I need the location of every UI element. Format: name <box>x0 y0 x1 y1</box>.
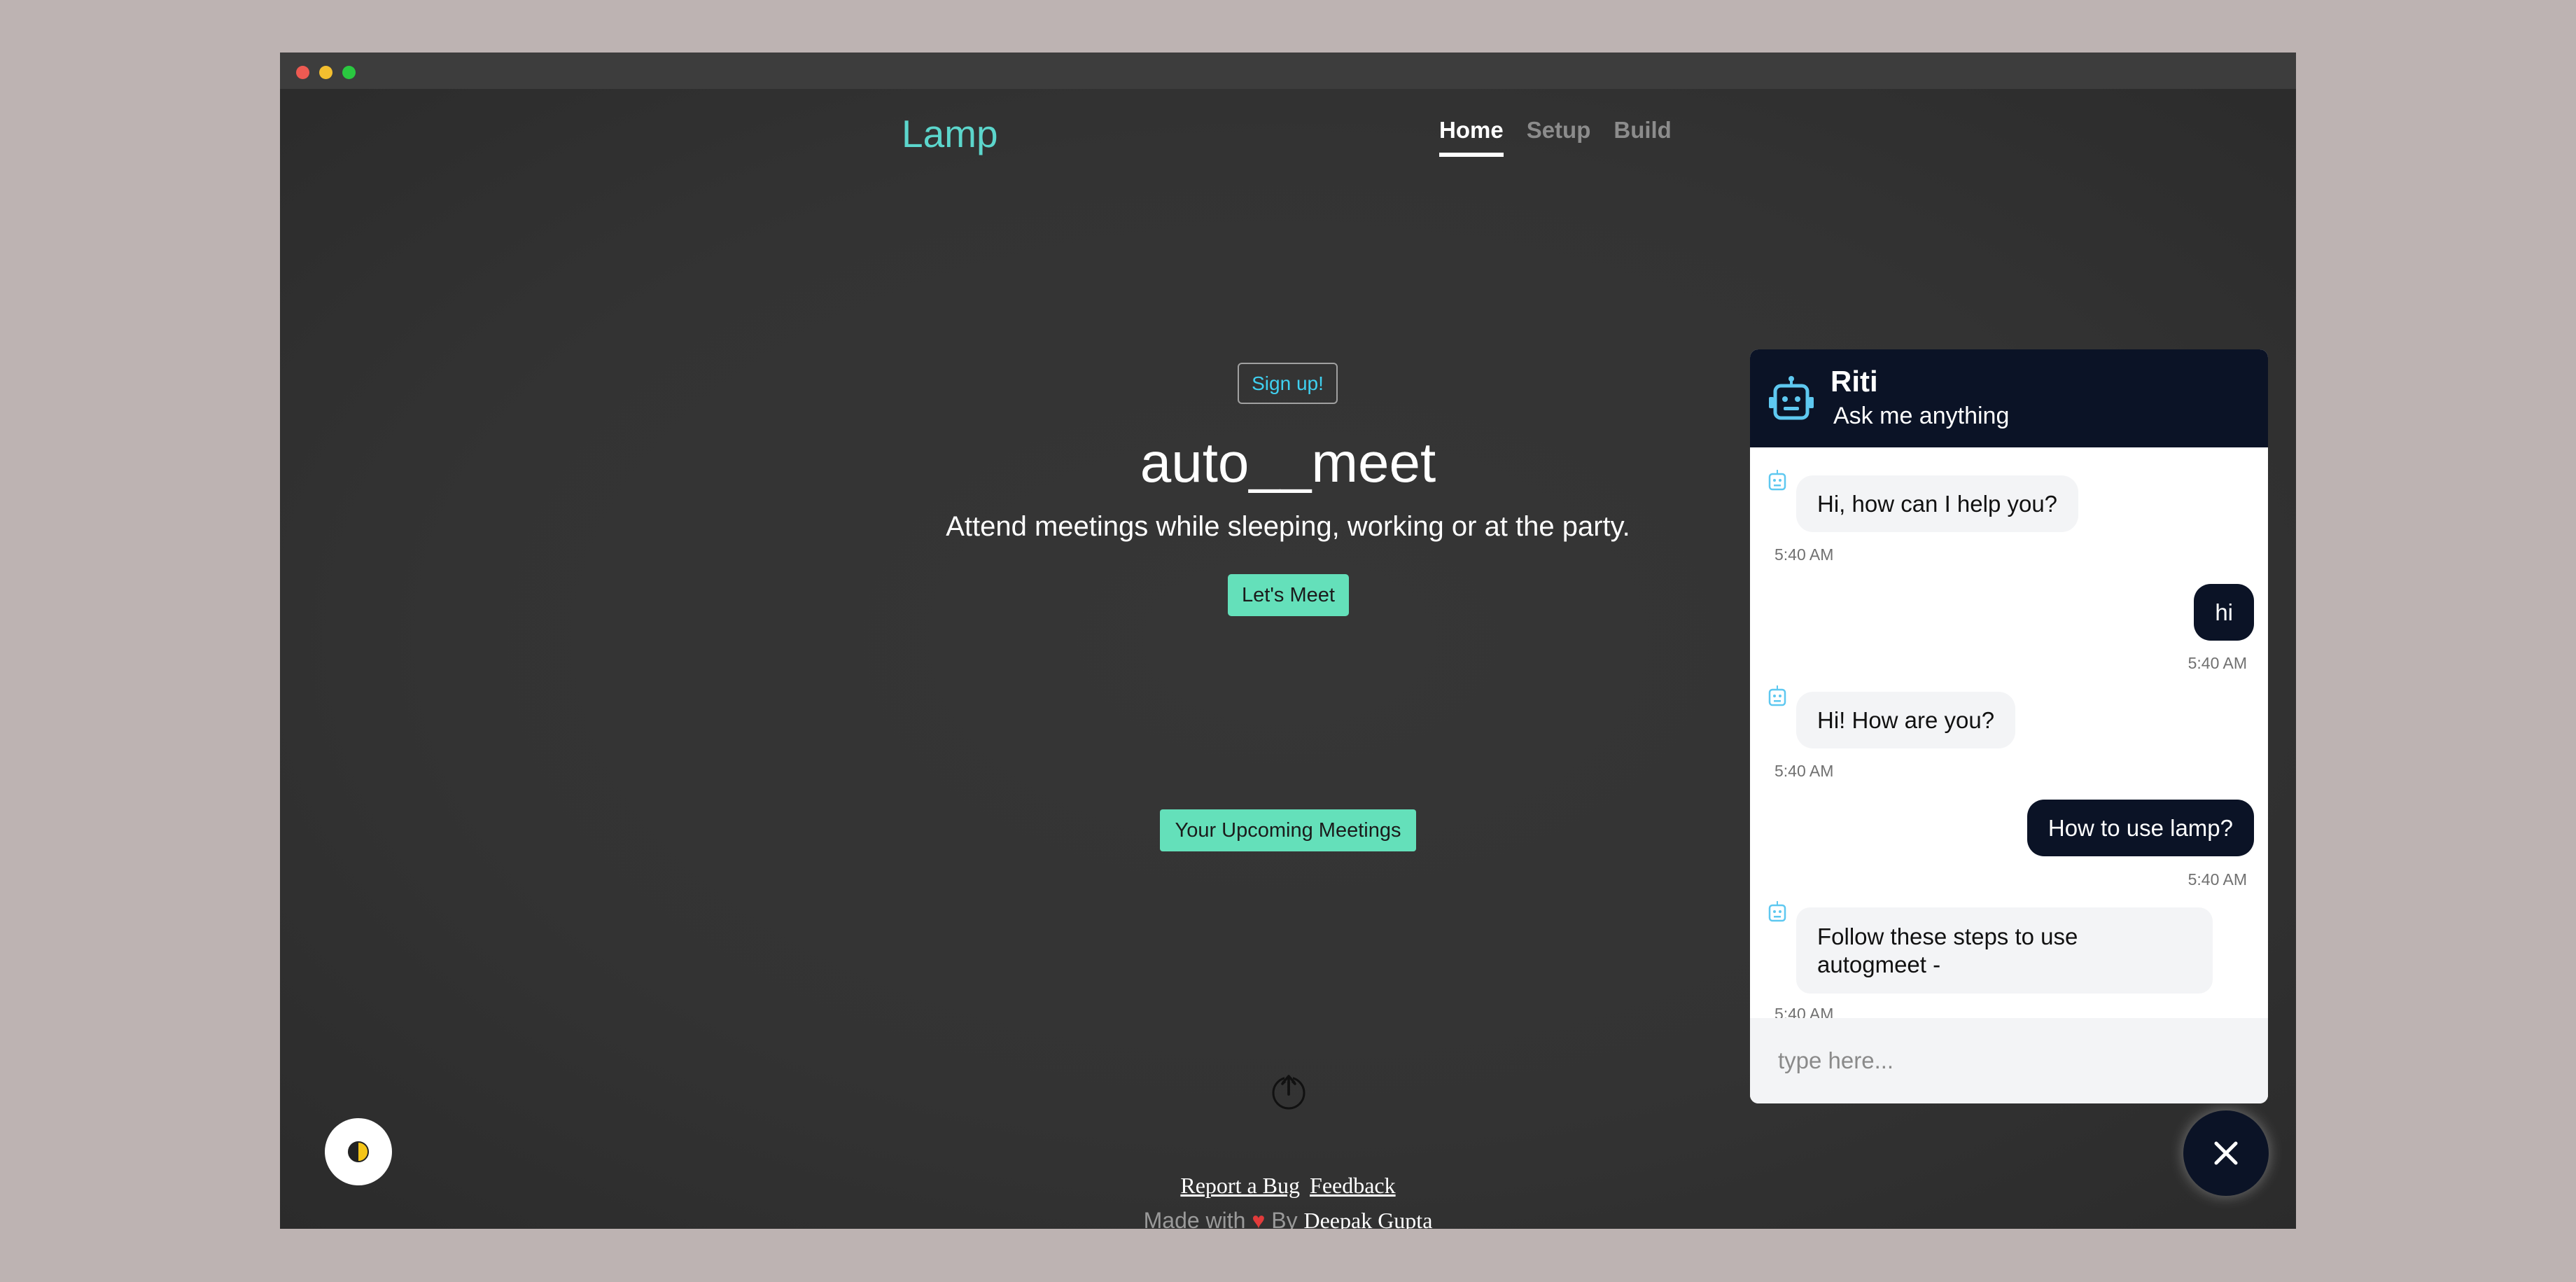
message-time: 5:40 AM <box>1774 1005 1834 1018</box>
close-window-button[interactable] <box>296 66 309 79</box>
close-chat-button[interactable] <box>2183 1110 2269 1196</box>
robot-icon <box>1768 470 1786 491</box>
minimize-window-button[interactable] <box>319 66 332 79</box>
feedback-link[interactable]: Feedback <box>1310 1173 1396 1198</box>
robot-icon <box>1768 901 1786 922</box>
footer-credit: Made with ♥ By Deepak Gupta <box>280 1208 2296 1229</box>
upload-icon[interactable] <box>1270 1073 1307 1110</box>
by-text: By <box>1271 1208 1298 1229</box>
upcoming-meetings-button[interactable]: Your Upcoming Meetings <box>1160 809 1416 851</box>
bot-tagline: Ask me anything <box>1833 403 2010 429</box>
chat-widget: Riti Ask me anything Hi, how can I help … <box>1750 349 2268 1103</box>
nav-build[interactable]: Build <box>1614 117 1671 157</box>
maximize-window-button[interactable] <box>342 66 356 79</box>
close-icon <box>2214 1141 2238 1165</box>
nav-setup[interactable]: Setup <box>1527 117 1591 157</box>
report-bug-link[interactable]: Report a Bug <box>1180 1173 1300 1198</box>
user-message: hi <box>2194 584 2254 641</box>
browser-window: Lamp Home Setup Build Sign up! auto__mee… <box>280 53 2296 1229</box>
title-bar <box>280 53 2296 89</box>
chat-input[interactable] <box>1750 1018 2268 1103</box>
main-nav: Home Setup Build <box>1439 117 1672 157</box>
footer-links: Report a Bug Feedback <box>280 1173 2296 1199</box>
author-name: Deepak Gupta <box>1303 1208 1433 1229</box>
lets-meet-button[interactable]: Let's Meet <box>1228 574 1349 616</box>
theme-toggle-icon <box>348 1141 369 1162</box>
signup-button[interactable]: Sign up! <box>1238 363 1338 404</box>
chat-messages[interactable]: Hi, how can I help you? 5:40 AM hi 5:40 … <box>1750 447 2268 1018</box>
nav-home[interactable]: Home <box>1439 117 1504 157</box>
made-with-text: Made with <box>1143 1208 1246 1229</box>
message-time: 5:40 AM <box>1774 545 1834 564</box>
robot-icon <box>1769 376 1814 420</box>
bot-name: Riti <box>1830 365 1878 398</box>
chat-header: Riti Ask me anything <box>1750 349 2268 447</box>
theme-toggle-button[interactable] <box>325 1118 392 1185</box>
heart-icon: ♥ <box>1252 1208 1266 1229</box>
message-time: 5:40 AM <box>1774 762 1834 780</box>
app-logo[interactable]: Lamp <box>902 111 998 156</box>
message-time: 5:40 AM <box>2188 654 2247 672</box>
bot-message: Hi, how can I help you? <box>1796 475 2079 532</box>
bot-message: Hi! How are you? <box>1796 692 2016 748</box>
bot-message: Follow these steps to use autogmeet - <box>1796 907 2213 994</box>
message-time: 5:40 AM <box>2188 870 2247 889</box>
user-message: How to use lamp? <box>2026 800 2254 856</box>
robot-icon <box>1768 685 1786 706</box>
